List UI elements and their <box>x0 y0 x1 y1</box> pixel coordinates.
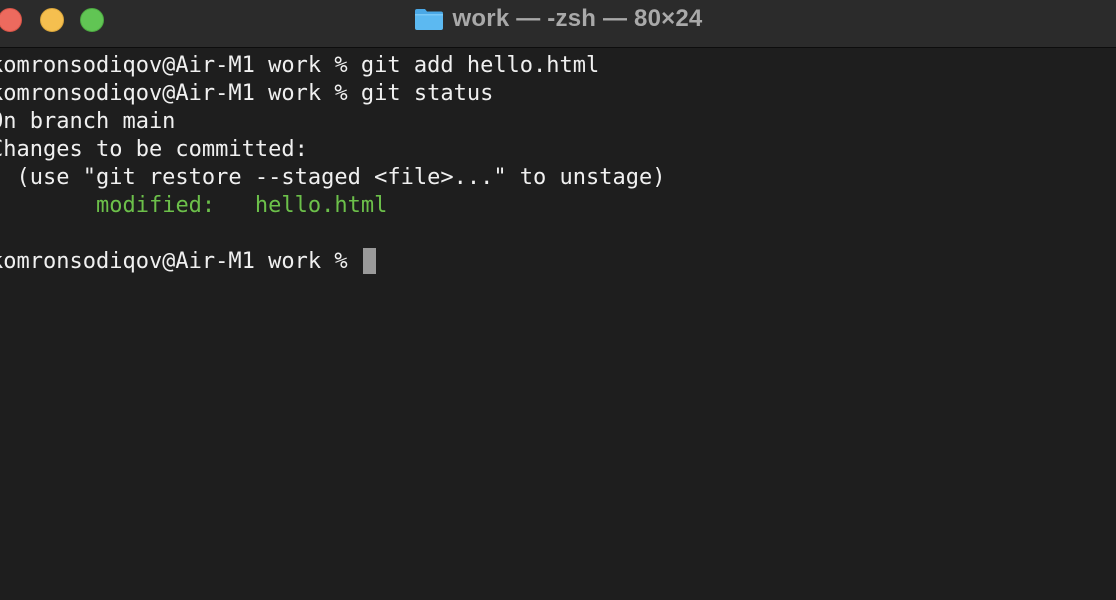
terminal-line: Changes to be committed: <box>0 137 308 162</box>
text-cursor <box>362 248 376 274</box>
terminal-output[interactable]: komronsodiqov@Air-M1 work % git add hell… <box>0 52 1110 276</box>
title-bar[interactable]: work — -zsh — 80×24 <box>0 0 1116 48</box>
terminal-window: work — -zsh — 80×24 komronsodiqov@Air-M1… <box>0 0 1116 600</box>
modified-file-status: modified: hello.html <box>95 193 388 218</box>
shell-prompt: komronsodiqov@Air-M1 work % <box>0 249 361 274</box>
folder-icon <box>414 9 443 30</box>
terminal-line: (use "git restore --staged <file>..." to… <box>0 165 666 190</box>
terminal-line: komronsodiqov@Air-M1 work % git add hell… <box>0 53 600 78</box>
terminal-line: On branch main <box>0 109 176 134</box>
terminal-line: komronsodiqov@Air-M1 work % git status <box>0 81 494 106</box>
window-title: work — -zsh — 80×24 <box>452 5 703 32</box>
window-title-area: work — -zsh — 80×24 <box>0 0 1116 38</box>
terminal-prompt-line[interactable]: komronsodiqov@Air-M1 work % <box>0 248 1110 276</box>
terminal-line-modified: modified: hello.html <box>0 192 1110 220</box>
